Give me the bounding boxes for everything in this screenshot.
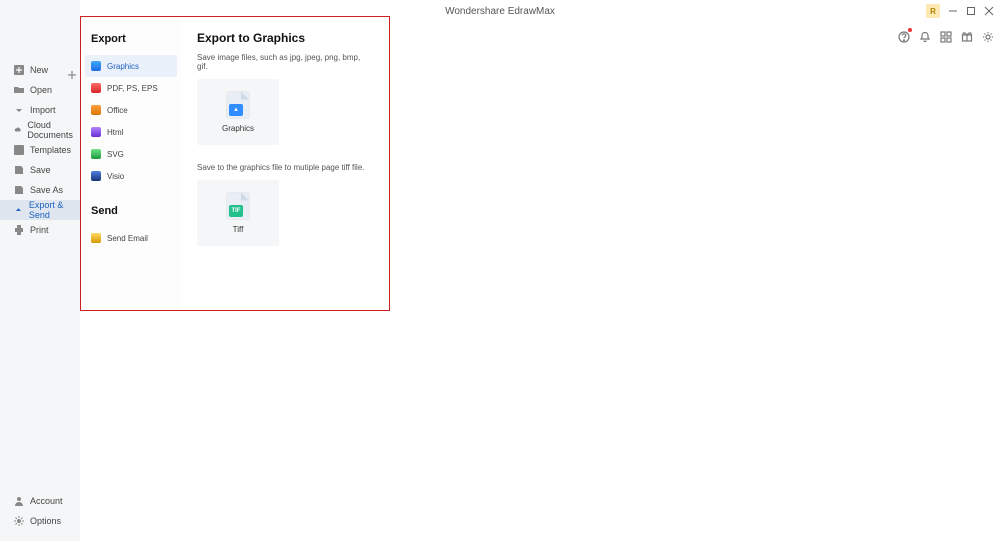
export-item-visio[interactable]: Visio	[85, 165, 177, 187]
image-file-icon: ▲	[227, 92, 249, 118]
svg-icon	[91, 149, 101, 159]
plus-square-icon	[14, 65, 24, 75]
file-menu-sidebar: New Open Import Cloud Documents Template…	[0, 0, 80, 541]
sidebar-bottom: Account Options	[0, 491, 80, 531]
card-label: Graphics	[222, 124, 254, 133]
sidebar-item-label: Account	[30, 496, 63, 506]
content-title: Export to Graphics	[197, 31, 373, 45]
sidebar-item-cloud[interactable]: Cloud Documents	[0, 120, 80, 140]
gift-icon[interactable]	[961, 30, 973, 42]
export-heading: Export	[85, 27, 177, 55]
export-icon	[14, 205, 23, 215]
email-icon	[91, 233, 101, 243]
maximize-button[interactable]	[966, 6, 976, 16]
cloud-icon	[14, 125, 21, 135]
export-card-graphics[interactable]: ▲ Graphics	[197, 79, 279, 145]
sidebar-item-label: Import	[30, 105, 56, 115]
export-item-graphics[interactable]: Graphics	[85, 55, 177, 77]
export-item-label: Send Email	[107, 234, 148, 243]
export-panel: Export Graphics PDF, PS, EPS Office Html…	[80, 16, 390, 311]
templates-icon	[14, 145, 24, 155]
export-item-label: PDF, PS, EPS	[107, 84, 158, 93]
export-item-label: Graphics	[107, 62, 139, 71]
send-item-email[interactable]: Send Email	[85, 227, 177, 249]
folder-icon	[14, 85, 24, 95]
export-item-label: SVG	[107, 150, 124, 159]
import-icon	[14, 105, 24, 115]
toolbar-actions	[898, 30, 994, 42]
export-item-label: Visio	[107, 172, 124, 181]
sidebar-item-label: Export & Send	[29, 200, 80, 220]
export-categories: Export Graphics PDF, PS, EPS Office Html…	[81, 17, 181, 310]
sidebar-item-label: Cloud Documents	[27, 120, 80, 140]
user-icon	[14, 496, 24, 506]
sidebar-item-label: New	[30, 65, 48, 75]
sidebar-item-label: Templates	[30, 145, 71, 155]
save-as-icon	[14, 185, 24, 195]
export-item-label: Office	[107, 106, 128, 115]
minimize-button[interactable]	[948, 6, 958, 16]
sidebar-item-label: Print	[30, 225, 49, 235]
tiff-file-icon: TIF	[227, 193, 249, 219]
gear-icon[interactable]	[982, 30, 994, 42]
print-icon	[14, 225, 24, 235]
user-avatar[interactable]: R	[926, 4, 940, 18]
app-root: Wondershare EdrawMax R	[0, 0, 1000, 541]
export-item-svg[interactable]: SVG	[85, 143, 177, 165]
export-item-label: Html	[107, 128, 123, 137]
graphics-icon	[91, 61, 101, 71]
export-content: Export to Graphics Save image files, suc…	[181, 17, 389, 310]
sidebar-item-label: Open	[30, 85, 52, 95]
sidebar-item-open[interactable]: Open	[0, 80, 80, 100]
sidebar-item-import[interactable]: Import	[0, 100, 80, 120]
export-item-html[interactable]: Html	[85, 121, 177, 143]
sidebar-item-label: Options	[30, 516, 61, 526]
export-item-office[interactable]: Office	[85, 99, 177, 121]
export-item-pdf[interactable]: PDF, PS, EPS	[85, 77, 177, 99]
html-icon	[91, 127, 101, 137]
sidebar-item-account[interactable]: Account	[0, 491, 80, 511]
sidebar-item-templates[interactable]: Templates	[0, 140, 80, 160]
visio-icon	[91, 171, 101, 181]
app-title: Wondershare EdrawMax	[445, 6, 555, 17]
plus-icon	[68, 66, 76, 74]
send-heading: Send	[85, 199, 177, 227]
sidebar-item-label: Save	[30, 165, 51, 175]
sidebar-item-saveas[interactable]: Save As	[0, 180, 80, 200]
save-icon	[14, 165, 24, 175]
sidebar-item-export[interactable]: Export & Send	[0, 200, 80, 220]
sidebar-item-options[interactable]: Options	[0, 511, 80, 531]
sidebar-item-print[interactable]: Print	[0, 220, 80, 240]
sidebar-item-label: Save As	[30, 185, 63, 195]
gear-icon	[14, 516, 24, 526]
window-controls: R	[926, 4, 994, 18]
card-label: Tiff	[233, 225, 244, 234]
office-icon	[91, 105, 101, 115]
help-icon[interactable]	[898, 30, 910, 42]
bell-icon[interactable]	[919, 30, 931, 42]
apps-icon[interactable]	[940, 30, 952, 42]
sidebar-item-save[interactable]: Save	[0, 160, 80, 180]
close-button[interactable]	[984, 6, 994, 16]
content-desc: Save image files, such as jpg, jpeg, png…	[197, 53, 373, 71]
pdf-icon	[91, 83, 101, 93]
export-card-tiff[interactable]: TIF Tiff	[197, 180, 279, 246]
content-desc: Save to the graphics file to mutiple pag…	[197, 163, 373, 172]
